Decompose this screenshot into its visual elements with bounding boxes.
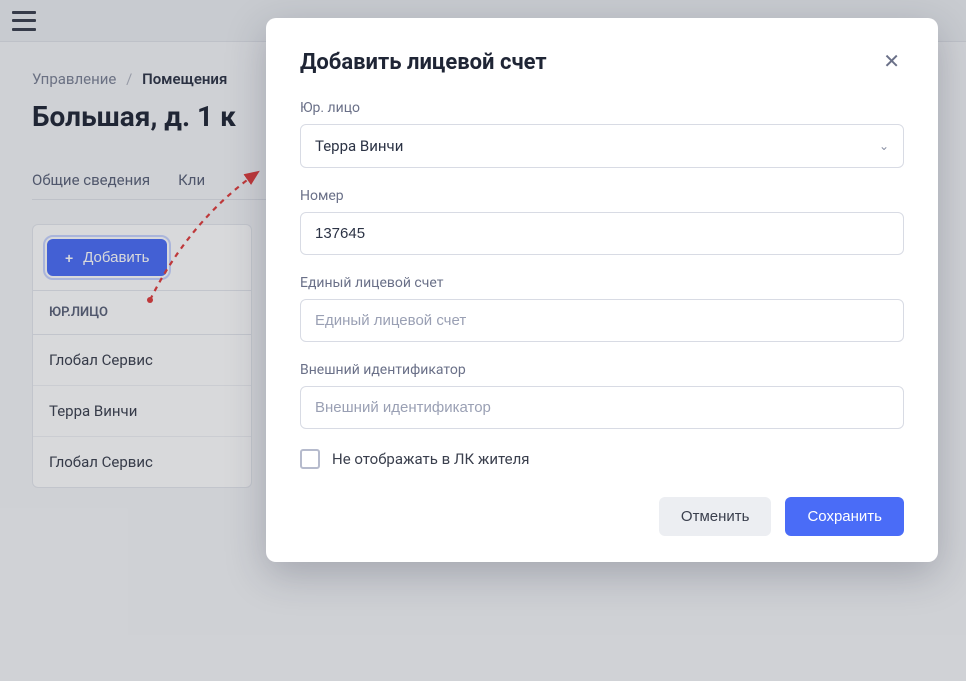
cancel-button[interactable]: Отменить [659,497,772,536]
save-button[interactable]: Сохранить [785,497,904,536]
modal-title: Добавить лицевой счет [300,50,547,75]
entity-value: Терра Винчи [315,137,403,155]
external-id-label: Внешний идентификатор [300,362,904,378]
number-label: Номер [300,188,904,204]
unified-label: Единый лицевой счет [300,275,904,291]
field-unified: Единый лицевой счет [300,275,904,342]
close-icon[interactable]: ✕ [879,48,904,76]
entity-label: Юр. лицо [300,100,904,116]
unified-input[interactable] [300,299,904,342]
chevron-down-icon: ⌄ [879,139,889,153]
hide-checkbox[interactable] [300,449,320,469]
field-number: Номер [300,188,904,255]
add-account-modal: Добавить лицевой счет ✕ Юр. лицо Терра В… [266,18,938,562]
entity-select[interactable]: Терра Винчи ⌄ [300,124,904,168]
field-entity: Юр. лицо Терра Винчи ⌄ [300,100,904,168]
number-input[interactable] [300,212,904,255]
modal-header: Добавить лицевой счет ✕ [300,48,904,76]
external-id-input[interactable] [300,386,904,429]
hide-checkbox-label: Не отображать в ЛК жителя [332,450,530,468]
hide-checkbox-row: Не отображать в ЛК жителя [300,449,904,469]
modal-footer: Отменить Сохранить [300,497,904,536]
field-external-id: Внешний идентификатор [300,362,904,429]
